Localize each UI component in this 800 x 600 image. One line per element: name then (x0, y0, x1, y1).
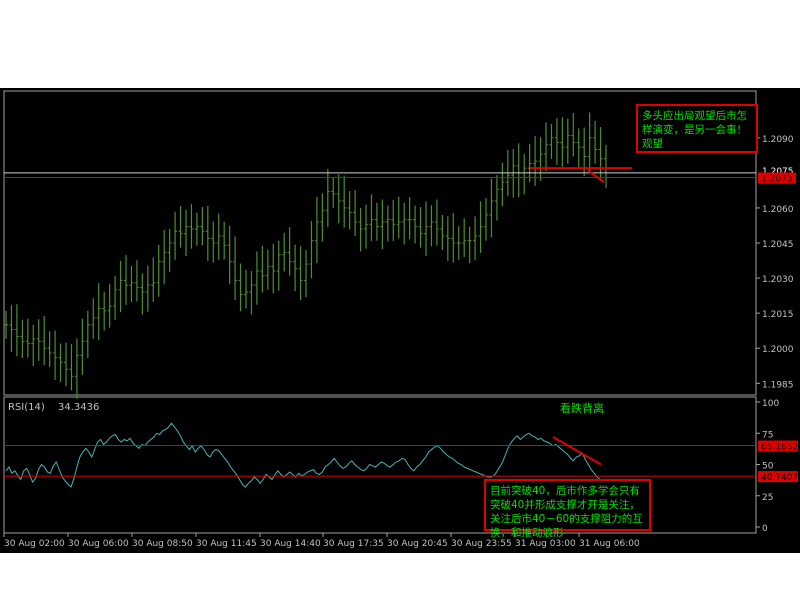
rsi-annotation-box: 目前突破40，后市作多学会只有突破40并形成支撑才开是关注，关注后市40－60的… (484, 479, 651, 539)
divergence-trendline (552, 436, 602, 466)
divergence-label: 看跌背离 (560, 401, 604, 415)
rsi-tick-label: 50 (762, 462, 774, 472)
rsi-title: RSI(14) (8, 402, 45, 413)
rsi-level-lower-label: 40.7407 (761, 473, 798, 483)
rsi-level-upper-label: 65.1852 (761, 443, 798, 453)
price-tick-label: 1.2015 (762, 310, 794, 320)
price-tick-label: 1.2090 (762, 135, 794, 145)
x-tick-label: 31 Aug 03:00 (515, 539, 576, 549)
price-layer (4, 112, 756, 399)
x-tick-label: 30 Aug 23:55 (451, 539, 512, 549)
price-tick-label: 1.1985 (762, 380, 794, 390)
price-tick-label: 1.2045 (762, 240, 794, 250)
rsi-layer (4, 422, 756, 488)
axis-layer: 1.2090 1.2060 1.2045 1.2030 1.2015 1.2000 1.19… (3, 135, 798, 549)
rsi-current-value: 34.3436 (58, 402, 99, 413)
x-tick-label: 30 Aug 17:35 (323, 539, 384, 549)
rsi-line (5, 422, 607, 488)
x-tick-label: 30 Aug 11:45 (196, 539, 257, 549)
rsi-tick-label: 100 (762, 399, 779, 409)
rsi-tick-label: 25 (762, 493, 773, 503)
x-tick-label: 31 Aug 06:00 (579, 539, 640, 549)
trading-chart: 1.2090 1.2060 1.2045 1.2030 1.2015 1.2000 1.19… (3, 90, 798, 549)
x-tick-label: 30 Aug 20:45 (387, 539, 448, 549)
x-tick-label: 30 Aug 14:40 (260, 539, 321, 549)
price-tick-label: 1.2060 (762, 205, 794, 215)
x-tick-label: 30 Aug 08:50 (132, 539, 193, 549)
rsi-tick-label: 75 (762, 430, 773, 440)
chart-frame: 1.2090 1.2060 1.2045 1.2030 1.2015 1.2000 1.19… (0, 88, 800, 553)
price-annotation-arrow (587, 169, 605, 184)
price-tick-label: 1.2000 (762, 345, 794, 355)
x-tick-label: 30 Aug 02:00 (4, 539, 65, 549)
rsi-tick-label: 0 (762, 524, 768, 534)
x-tick-label: 30 Aug 06:00 (68, 539, 129, 549)
price-annotation-box: 多头应出局观望后市怎样演变，是另一会事！观望 (636, 104, 758, 153)
price-tick-label: 1.2030 (762, 275, 794, 285)
price-label-lower: 1.2073 (761, 175, 793, 185)
